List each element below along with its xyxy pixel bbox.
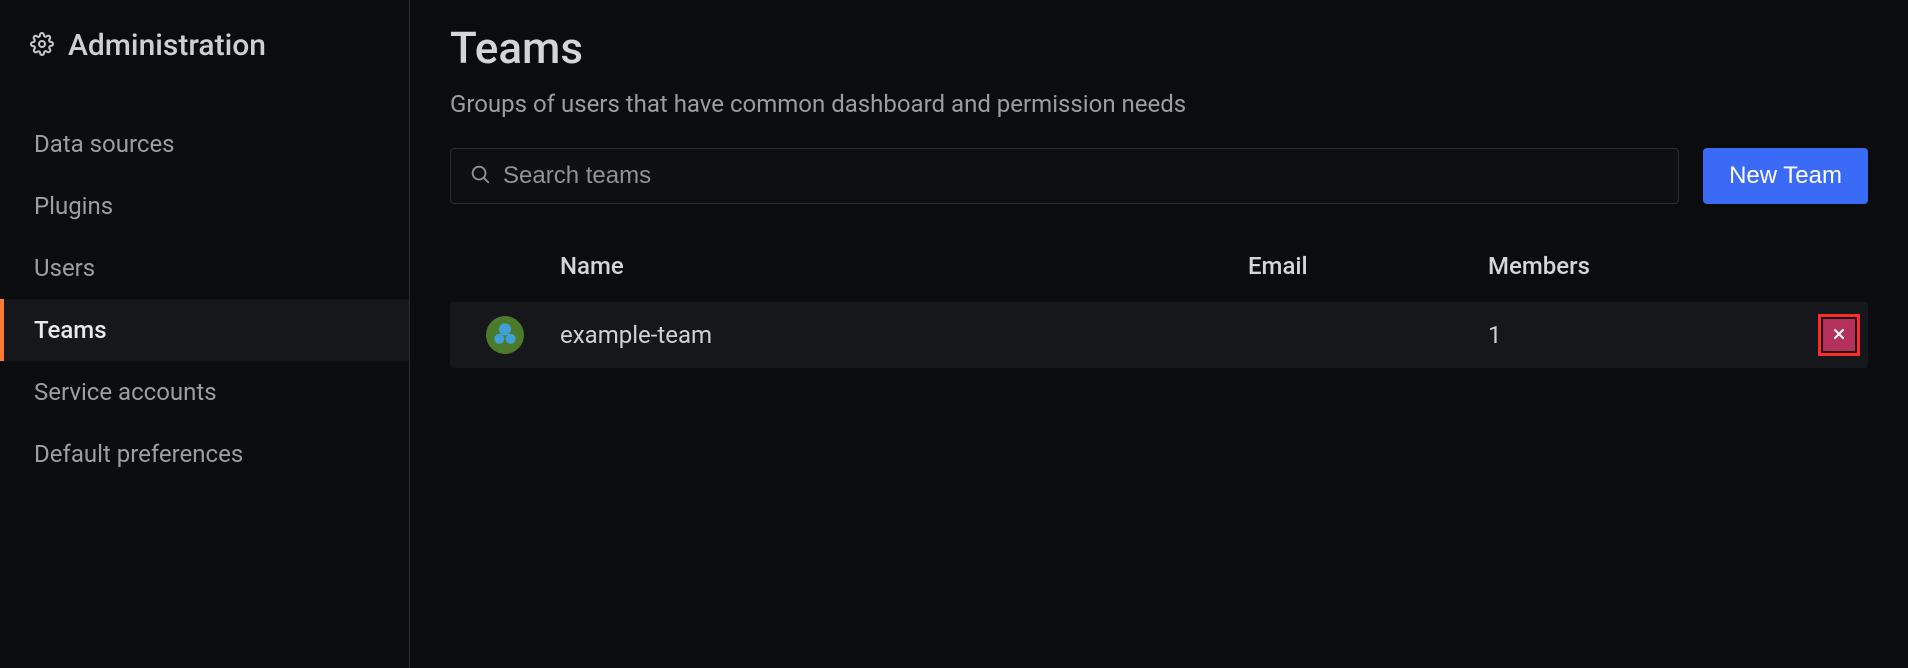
sidebar-item-label: Default preferences [34, 440, 243, 468]
avatar-cell [450, 316, 560, 354]
sidebar-item-default-preferences[interactable]: Default preferences [0, 423, 409, 485]
sidebar-item-service-accounts[interactable]: Service accounts [0, 361, 409, 423]
table-header: Name Email Members [450, 242, 1868, 302]
page-subtitle: Groups of users that have common dashboa… [450, 90, 1868, 118]
sidebar-item-data-sources[interactable]: Data sources [0, 113, 409, 175]
main-content: Teams Groups of users that have common d… [410, 0, 1908, 668]
sidebar-item-label: Service accounts [34, 378, 217, 406]
search-box[interactable] [450, 148, 1679, 204]
sidebar-item-label: Plugins [34, 192, 113, 220]
col-name: Name [560, 252, 1248, 280]
team-avatar [486, 316, 524, 354]
cell-name: example-team [560, 321, 1248, 349]
col-members: Members [1488, 252, 1788, 280]
delete-highlight [1818, 314, 1860, 356]
page-title: Teams [450, 22, 1868, 74]
delete-cell [1788, 314, 1868, 356]
sidebar-nav: Data sources Plugins Users Teams Service… [0, 93, 409, 485]
sidebar-header: Administration [0, 28, 409, 93]
sidebar-item-teams[interactable]: Teams [0, 299, 409, 361]
delete-team-button[interactable] [1823, 319, 1855, 351]
sidebar-item-label: Teams [34, 316, 107, 344]
search-icon [469, 163, 503, 189]
search-input[interactable] [503, 162, 1660, 190]
table-row[interactable]: example-team 1 [450, 302, 1868, 368]
gear-icon [30, 32, 54, 60]
sidebar-title: Administration [68, 28, 266, 63]
sidebar-item-label: Data sources [34, 130, 175, 158]
cell-members: 1 [1488, 321, 1788, 349]
sidebar-item-label: Users [34, 254, 95, 282]
col-email: Email [1248, 252, 1488, 280]
new-team-button[interactable]: New Team [1703, 148, 1868, 204]
teams-table: Name Email Members example-team 1 [450, 242, 1868, 368]
toolbar: New Team [450, 148, 1868, 204]
sidebar: Administration Data sources Plugins User… [0, 0, 410, 668]
sidebar-item-plugins[interactable]: Plugins [0, 175, 409, 237]
close-icon [1831, 326, 1847, 345]
sidebar-item-users[interactable]: Users [0, 237, 409, 299]
